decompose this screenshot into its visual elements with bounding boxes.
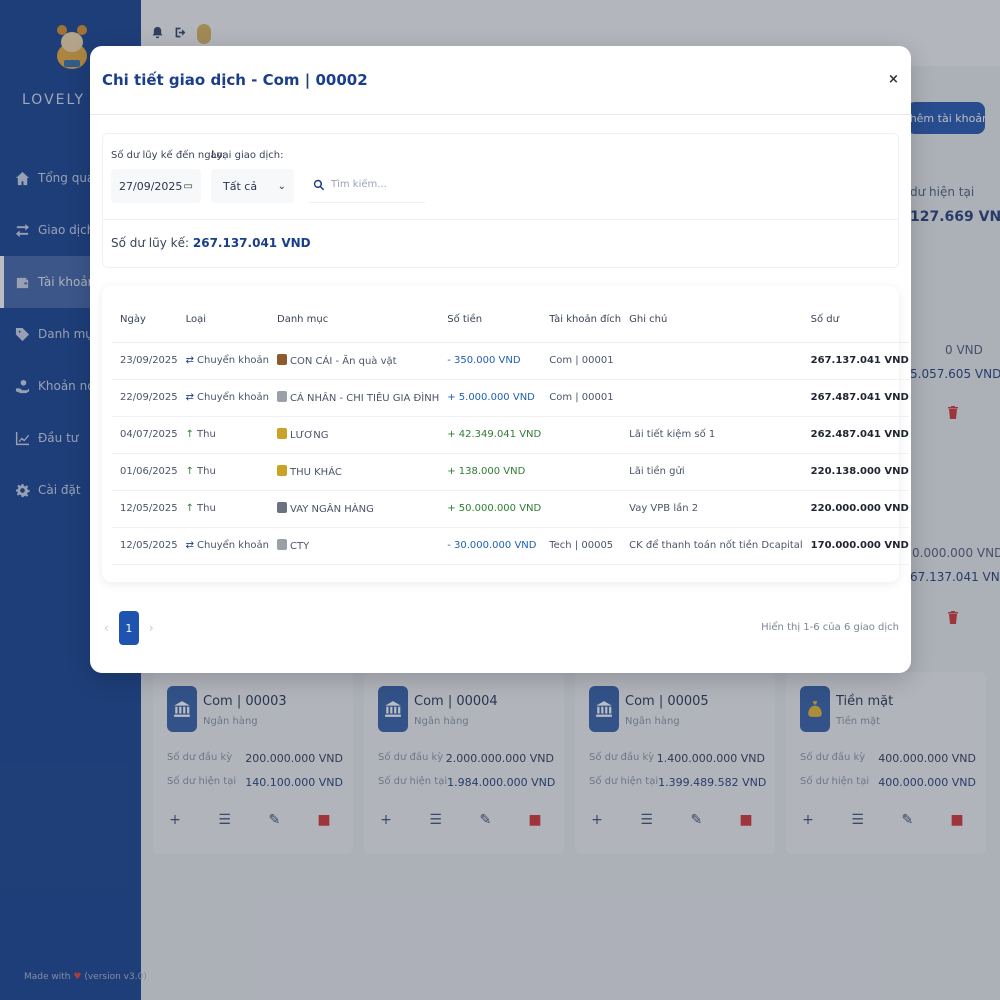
table-row[interactable]: 04/07/2025 ↑ Thu LƯƠNG + 42.349.041 VND Lãi t… bbox=[112, 416, 909, 454]
cell-balance: 267.487.041 VND bbox=[802, 379, 909, 417]
cell-category: LƯƠNG bbox=[269, 416, 440, 454]
close-icon[interactable]: × bbox=[888, 72, 899, 87]
chevron-down-icon: ⌄ bbox=[277, 180, 286, 192]
calendar-icon[interactable]: ▭ bbox=[184, 181, 193, 192]
column-header-balance[interactable]: Số dư bbox=[802, 298, 909, 343]
pagination: ‹ 1 › bbox=[104, 611, 154, 645]
cell-amount: + 138.000 VND bbox=[439, 453, 542, 491]
cell-type: ↑ Thu bbox=[177, 416, 269, 454]
cell-target-account: Com | 00001 bbox=[541, 379, 622, 417]
cell-note: CK để thanh toán nốt tiền Dcapital bbox=[621, 527, 803, 565]
cell-date: 12/05/2025 bbox=[112, 490, 178, 528]
table-row[interactable]: 22/09/2025 ⇄ Chuyển khoản CÁ NHÂN - CHI TIÊ… bbox=[112, 379, 909, 417]
cell-category: CTY bbox=[269, 527, 440, 565]
cell-date: 12/05/2025 bbox=[112, 527, 178, 565]
column-header-target-account[interactable]: Tài khoản đích bbox=[541, 298, 622, 343]
table-row[interactable]: 01/06/2025 ↑ Thu THU KHÁC + 138.000 VND Lãi t… bbox=[112, 453, 909, 491]
column-header-category[interactable]: Danh mục bbox=[269, 298, 440, 343]
cell-note bbox=[621, 342, 803, 380]
category-icon bbox=[277, 354, 287, 365]
exchange-icon: ⇄ bbox=[185, 540, 195, 551]
category-icon bbox=[277, 465, 287, 476]
cell-target-account bbox=[541, 416, 622, 454]
cell-amount: - 30.000.000 VND bbox=[439, 527, 542, 565]
cell-balance: 170.000.000 VND bbox=[802, 527, 909, 565]
date-input[interactable]: 27/09/2025 ▭ bbox=[111, 169, 201, 203]
arrow-up-icon: ↑ bbox=[185, 429, 195, 440]
cell-target-account bbox=[541, 490, 622, 528]
cell-target-account: Tech | 00005 bbox=[541, 527, 622, 565]
filter-divider bbox=[103, 219, 898, 220]
category-icon bbox=[277, 391, 287, 402]
table-header-row: Ngày Loại Danh mục Số tiền Tài khoản đíc… bbox=[112, 298, 909, 343]
cell-category: CÁ NHÂN - CHI TIÊU GIA ĐÌNH bbox=[269, 379, 440, 417]
chevron-left-icon[interactable]: ‹ bbox=[104, 621, 109, 635]
table-row[interactable]: 12/05/2025 ⇄ Chuyển khoản CTY - 30.000.000 V… bbox=[112, 527, 909, 565]
type-select[interactable]: Tất cả ⌄ bbox=[211, 169, 294, 203]
table-row[interactable]: 12/05/2025 ↑ Thu VAY NGÂN HÀNG + 50.000.000 … bbox=[112, 490, 909, 528]
cell-amount: + 5.000.000 VND bbox=[439, 379, 542, 417]
cell-category: CON CÁI - Ăn quà vặt bbox=[269, 342, 440, 380]
search-icon bbox=[313, 179, 325, 190]
arrow-up-icon: ↑ bbox=[185, 466, 195, 477]
column-header-type[interactable]: Loại bbox=[177, 298, 269, 343]
pagination-summary: Hiển thị 1-6 của 6 giao dịch bbox=[761, 622, 899, 633]
modal-title: Chi tiết giao dịch - Com | 00002 bbox=[102, 71, 368, 89]
cumulative-balance: Số dư lũy kế: 267.137.041 VND bbox=[111, 236, 311, 250]
transactions-table: Ngày Loại Danh mục Số tiền Tài khoản đíc… bbox=[112, 298, 909, 565]
cell-type: ⇄ Chuyển khoản bbox=[177, 527, 269, 565]
cell-date: 22/09/2025 bbox=[112, 379, 178, 417]
cell-note: Vay VPB lần 2 bbox=[621, 490, 803, 528]
transactions-table-card: Ngày Loại Danh mục Số tiền Tài khoản đíc… bbox=[102, 286, 909, 582]
type-filter-label: Loại giao dịch: bbox=[211, 150, 284, 161]
exchange-icon: ⇄ bbox=[185, 392, 195, 403]
cell-balance: 262.487.041 VND bbox=[802, 416, 909, 454]
column-header-amount[interactable]: Số tiền bbox=[439, 298, 542, 343]
category-icon bbox=[277, 502, 287, 513]
cell-balance: 220.000.000 VND bbox=[802, 490, 909, 528]
cell-balance: 220.138.000 VND bbox=[802, 453, 909, 491]
filter-panel: Số dư lũy kế đến ngày: 27/09/2025 ▭ Loại… bbox=[102, 133, 899, 268]
cell-amount: - 350.000 VND bbox=[439, 342, 542, 380]
category-icon bbox=[277, 428, 287, 439]
column-header-date[interactable]: Ngày bbox=[112, 298, 178, 343]
cell-balance: 267.137.041 VND bbox=[802, 342, 909, 380]
cell-target-account bbox=[541, 453, 622, 491]
cell-amount: + 50.000.000 VND bbox=[439, 490, 542, 528]
page-button-1[interactable]: 1 bbox=[118, 611, 139, 645]
cell-type: ↑ Thu bbox=[177, 490, 269, 528]
cell-amount: + 42.349.041 VND bbox=[439, 416, 542, 454]
transaction-detail-modal: Chi tiết giao dịch - Com | 00002 × Số dư… bbox=[90, 46, 911, 673]
cumulative-balance-value: 267.137.041 VND bbox=[192, 236, 311, 250]
cell-date: 04/07/2025 bbox=[112, 416, 178, 454]
cell-type: ↑ Thu bbox=[177, 453, 269, 491]
arrow-up-icon: ↑ bbox=[185, 503, 195, 514]
search-input[interactable] bbox=[331, 179, 421, 190]
cell-type: ⇄ Chuyển khoản bbox=[177, 342, 269, 380]
column-header-note[interactable]: Ghi chú bbox=[621, 298, 803, 343]
cell-date: 23/09/2025 bbox=[112, 342, 178, 380]
cell-note: Lãi tiết kiệm số 1 bbox=[621, 416, 803, 454]
cell-date: 01/06/2025 bbox=[112, 453, 178, 491]
cell-note bbox=[621, 379, 803, 417]
cell-target-account: Com | 00001 bbox=[541, 342, 622, 380]
cell-note: Lãi tiền gửi bbox=[621, 453, 803, 491]
exchange-icon: ⇄ bbox=[185, 355, 195, 366]
cell-type: ⇄ Chuyển khoản bbox=[177, 379, 269, 417]
date-filter-label: Số dư lũy kế đến ngày: bbox=[111, 150, 226, 161]
cell-category: THU KHÁC bbox=[269, 453, 440, 491]
chevron-right-icon[interactable]: › bbox=[149, 621, 154, 635]
category-icon bbox=[277, 539, 287, 550]
modal-divider bbox=[90, 114, 911, 115]
cell-category: VAY NGÂN HÀNG bbox=[269, 490, 440, 528]
table-row[interactable]: 23/09/2025 ⇄ Chuyển khoản CON CÁI - Ăn quà … bbox=[112, 342, 909, 380]
search-box bbox=[309, 167, 425, 203]
